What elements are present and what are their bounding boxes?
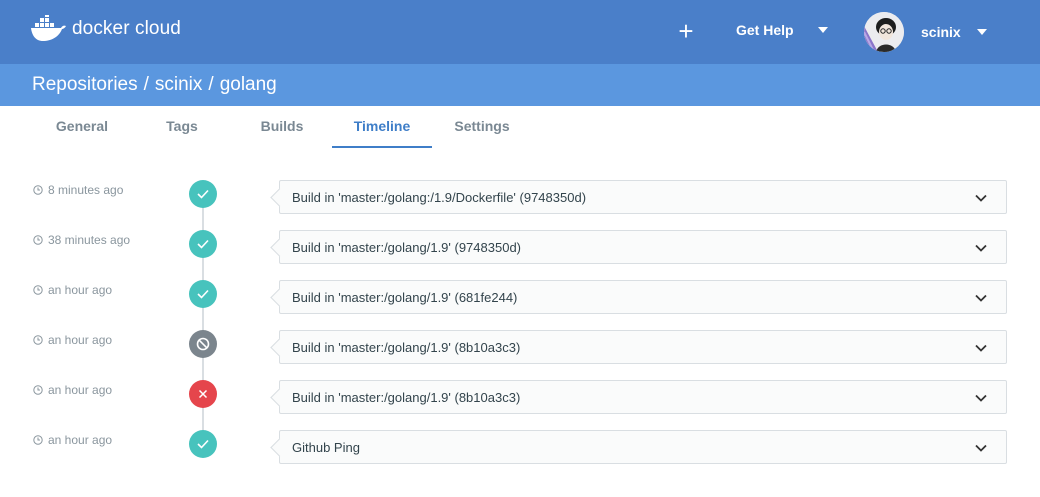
repository-tabs: General Tags Builds Timeline Settings xyxy=(0,106,1040,148)
event-time: 8 minutes ago xyxy=(33,183,123,197)
status-success-badge xyxy=(189,430,217,458)
timeline-event: an hour ago Github Ping xyxy=(0,420,1040,470)
clock-icon xyxy=(33,435,43,445)
get-help-menu[interactable]: Get Help xyxy=(736,19,828,41)
close-icon xyxy=(198,389,208,399)
event-time-text: an hour ago xyxy=(48,383,113,397)
cancel-icon xyxy=(196,337,210,351)
docker-whale-icon xyxy=(31,15,66,41)
clock-icon xyxy=(33,335,43,345)
chevron-down-icon[interactable] xyxy=(974,341,988,355)
checkmark-icon xyxy=(197,289,209,299)
clock-icon xyxy=(33,385,43,395)
event-card[interactable]: Build in 'master:/golang/1.9' (9748350d) xyxy=(279,230,1007,264)
tab-builds[interactable]: Builds xyxy=(240,106,324,148)
event-description: Build in 'master:/golang/1.9' (8b10a3c3) xyxy=(292,340,521,355)
event-description: Github Ping xyxy=(292,440,360,455)
timeline-event: an hour ago Build in 'master:/golang/1.9… xyxy=(0,320,1040,370)
plus-icon: + xyxy=(678,16,694,46)
event-card[interactable]: Build in 'master:/golang/1.9' (8b10a3c3) xyxy=(279,330,1007,364)
username: scinix xyxy=(921,24,961,40)
event-card[interactable]: Build in 'master:/golang/1.9' (681fe244) xyxy=(279,280,1007,314)
clock-icon xyxy=(33,285,43,295)
event-time-text: 38 minutes ago xyxy=(48,233,131,247)
timeline-event: 8 minutes ago Build in 'master:/golang:/… xyxy=(0,170,1040,220)
caret-down-icon xyxy=(817,27,828,33)
event-card[interactable]: Build in 'master:/golang/1.9' (8b10a3c3) xyxy=(279,380,1007,414)
event-time-text: 8 minutes ago xyxy=(48,183,124,197)
user-menu[interactable]: scinix xyxy=(864,12,987,52)
event-time: an hour ago xyxy=(33,433,112,447)
chevron-down-icon[interactable] xyxy=(974,291,988,305)
event-time: 38 minutes ago xyxy=(33,233,130,247)
chevron-down-icon[interactable] xyxy=(974,441,988,455)
clock-icon xyxy=(33,235,43,245)
event-time: an hour ago xyxy=(33,383,112,397)
event-time-text: an hour ago xyxy=(48,283,113,297)
clock-icon xyxy=(33,185,43,195)
breadcrumb-repository: golang xyxy=(219,74,277,95)
caret-down-icon xyxy=(976,29,987,35)
timeline: 8 minutes ago Build in 'master:/golang:/… xyxy=(0,170,1040,470)
event-description: Build in 'master:/golang/1.9' (8b10a3c3) xyxy=(292,390,521,405)
get-help-label: Get Help xyxy=(736,22,794,38)
breadcrumb-namespace[interactable]: scinix xyxy=(155,74,203,96)
status-success-badge xyxy=(189,280,217,308)
checkmark-icon xyxy=(197,189,209,199)
tab-settings[interactable]: Settings xyxy=(440,106,524,148)
breadcrumb-separator: / xyxy=(143,74,149,95)
status-failed-badge xyxy=(189,380,217,408)
breadcrumb: Repositories / scinix / golang xyxy=(32,74,277,96)
event-card[interactable]: Github Ping xyxy=(279,430,1007,464)
event-description: Build in 'master:/golang/1.9' (9748350d) xyxy=(292,240,521,255)
event-time-text: an hour ago xyxy=(48,333,113,347)
timeline-event: an hour ago Build in 'master:/golang/1.9… xyxy=(0,270,1040,320)
event-description: Build in 'master:/golang/1.9' (681fe244) xyxy=(292,290,518,305)
page-header: Repositories / scinix / golang xyxy=(0,64,1040,106)
tab-general[interactable]: General xyxy=(36,106,128,148)
event-time-text: an hour ago xyxy=(48,433,113,447)
checkmark-icon xyxy=(197,239,209,249)
breadcrumb-separator: / xyxy=(208,74,214,95)
avatar-image xyxy=(864,12,904,52)
breadcrumb-repositories[interactable]: Repositories xyxy=(32,74,138,96)
chevron-down-icon[interactable] xyxy=(974,241,988,255)
timeline-event: 38 minutes ago Build in 'master:/golang/… xyxy=(0,220,1040,270)
event-time: an hour ago xyxy=(33,333,112,347)
chevron-down-icon[interactable] xyxy=(974,191,988,205)
chevron-down-icon[interactable] xyxy=(974,391,988,405)
create-button[interactable]: + xyxy=(675,16,697,46)
event-card[interactable]: Build in 'master:/golang:/1.9/Dockerfile… xyxy=(279,180,1007,214)
docker-cloud-logo[interactable]: docker cloud xyxy=(30,13,181,45)
logo-text: docker cloud xyxy=(72,18,181,39)
status-canceled-badge xyxy=(189,330,217,358)
tab-tags[interactable]: Tags xyxy=(146,106,218,148)
event-description: Build in 'master:/golang:/1.9/Dockerfile… xyxy=(292,190,587,205)
top-navbar: docker cloud + Get Help scinix xyxy=(0,0,1040,64)
event-time: an hour ago xyxy=(33,283,112,297)
avatar xyxy=(864,12,904,52)
checkmark-icon xyxy=(197,439,209,449)
tab-timeline[interactable]: Timeline xyxy=(332,106,432,148)
status-success-badge xyxy=(189,230,217,258)
timeline-event: an hour ago Build in 'master:/golang/1.9… xyxy=(0,370,1040,420)
status-success-badge xyxy=(189,180,217,208)
